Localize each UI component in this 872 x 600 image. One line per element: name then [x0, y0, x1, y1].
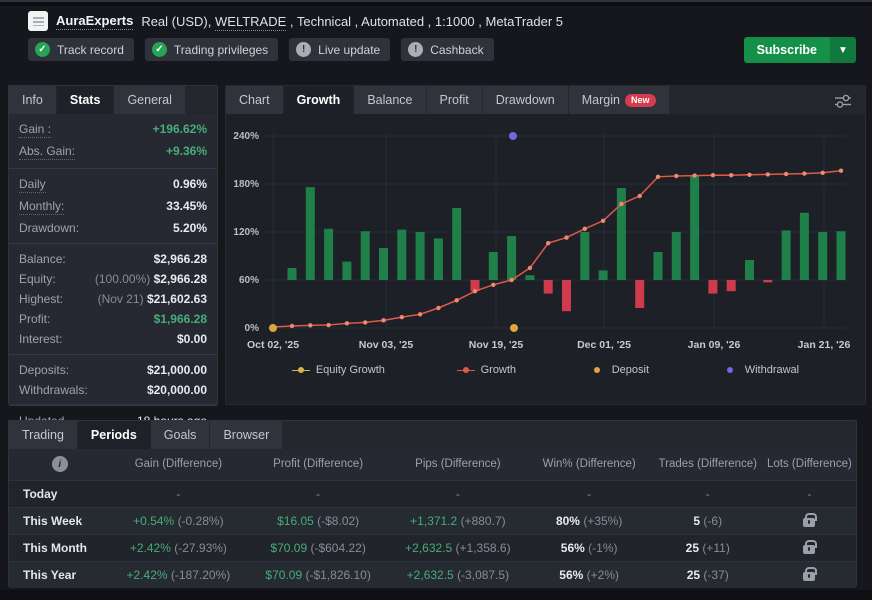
subscribe-dropdown[interactable]: ▼: [830, 37, 856, 63]
divider: [9, 243, 217, 244]
chart-panel: Chart Growth Balance Profit Drawdown Mar…: [225, 85, 866, 405]
check-icon: ✓: [35, 42, 50, 57]
account-header: AuraExperts Real (USD), WELTRADE , Techn…: [28, 9, 563, 33]
col-profit: Profit (Difference): [246, 449, 390, 480]
badge-cashback[interactable]: ! Cashback: [401, 38, 493, 61]
chart-legend: Equity Growth Growth Deposit Withdrawal: [226, 364, 865, 376]
stat-gain: Gain :+196.62%: [19, 119, 207, 141]
col-gain: Gain (Difference): [111, 449, 247, 480]
col-win: Win% (Difference): [526, 449, 653, 480]
table-row-this-week[interactable]: This Week +0.54% (-0.28%) $16.05 (-$8.02…: [9, 507, 856, 534]
periods-table: i Gain (Difference) Profit (Difference) …: [9, 449, 856, 588]
svg-text:180%: 180%: [233, 179, 259, 190]
exclamation-icon: !: [408, 42, 423, 57]
tab-browser[interactable]: Browser: [210, 421, 283, 449]
svg-text:Nov 19, '25: Nov 19, '25: [469, 339, 524, 351]
stat-deposits: Deposits:$21,000.00: [19, 360, 207, 380]
tab-growth[interactable]: Growth: [284, 86, 355, 114]
legend-equity-growth[interactable]: Equity Growth: [292, 364, 385, 376]
svg-text:Oct 02, '25: Oct 02, '25: [247, 339, 299, 351]
tab-stats[interactable]: Stats: [57, 86, 115, 114]
exclamation-icon: !: [296, 42, 311, 57]
growth-chart[interactable]: 0% 60% 120% 180% 240% Oct 02, '25 Nov 03, '25 N…: [226, 119, 865, 359]
lock-icon: [803, 518, 815, 527]
line-dot-icon: [292, 366, 310, 375]
check-icon: ✓: [152, 42, 167, 57]
badge-trading-privileges[interactable]: ✓ Trading privileges: [145, 38, 278, 61]
stat-abs-gain: Abs. Gain:+9.36%: [19, 141, 207, 163]
svg-text:240%: 240%: [233, 131, 259, 142]
subscribe-split-button: Subscribe ▼: [744, 37, 856, 63]
legend-withdrawal[interactable]: Withdrawal: [721, 364, 799, 376]
chart-settings-icon[interactable]: [833, 93, 853, 114]
stat-drawdown: Drawdown:5.20%: [19, 218, 207, 238]
svg-text:120%: 120%: [233, 227, 259, 238]
tab-drawdown[interactable]: Drawdown: [483, 86, 569, 114]
stat-equity: Equity:(100.00%) $2,966.28: [19, 269, 207, 289]
stats-body: Gain :+196.62% Abs. Gain:+9.36% Daily0.9…: [9, 114, 217, 451]
line-dot-icon: [457, 366, 475, 375]
divider: [9, 405, 217, 406]
tab-info[interactable]: Info: [9, 86, 57, 114]
divider: [9, 354, 217, 355]
stat-interest: Interest:$0.00: [19, 329, 207, 349]
badge-track-record[interactable]: ✓ Track record: [28, 38, 134, 61]
col-trades: Trades (Difference): [653, 449, 763, 480]
tab-periods[interactable]: Periods: [78, 421, 151, 449]
lock-icon: [803, 545, 815, 554]
tab-chart[interactable]: Chart: [226, 86, 284, 114]
new-badge: New: [625, 94, 656, 107]
account-avatar[interactable]: [28, 11, 48, 31]
table-header-row: i Gain (Difference) Profit (Difference) …: [9, 449, 856, 480]
stat-profit: Profit:$1,966.28: [19, 309, 207, 329]
legend-growth[interactable]: Growth: [457, 364, 516, 376]
svg-text:Jan 21, '26: Jan 21, '26: [798, 339, 851, 351]
stat-daily: Daily0.96%: [19, 174, 207, 196]
chart-tabs: Chart Growth Balance Profit Drawdown Mar…: [226, 86, 865, 114]
table-row-today[interactable]: Today - - - - - -: [9, 480, 856, 507]
subscribe-button[interactable]: Subscribe: [744, 37, 830, 63]
svg-text:0%: 0%: [245, 323, 260, 334]
stat-balance: Balance:$2,966.28: [19, 249, 207, 269]
stats-panel: Info Stats General Gain :+196.62% Abs. G…: [8, 85, 218, 405]
stats-tabs: Info Stats General: [9, 86, 217, 114]
periods-tabs: Trading Periods Goals Browser: [9, 421, 856, 449]
account-subtitle: Real (USD), WELTRADE , Technical , Autom…: [141, 14, 563, 29]
tab-margin[interactable]: MarginNew: [569, 86, 670, 114]
table-row-this-month[interactable]: This Month +2.42% (-27.93%) $70.09 (-$60…: [9, 534, 856, 561]
svg-text:Nov 03, '25: Nov 03, '25: [359, 339, 414, 351]
account-name-link[interactable]: AuraExperts: [56, 13, 133, 30]
info-icon[interactable]: i: [52, 456, 68, 472]
dot-icon: [588, 366, 606, 375]
periods-panel: Trading Periods Goals Browser i Gain (Di…: [8, 420, 857, 587]
col-lots: Lots (Difference): [763, 449, 856, 480]
verification-badges: ✓ Track record ✓ Trading privileges ! Li…: [28, 38, 494, 61]
lock-icon: [803, 572, 815, 581]
badge-live-update[interactable]: ! Live update: [289, 38, 390, 61]
table-row-this-year[interactable]: This Year +2.42% (-187.20%) $70.09 (-$1,…: [9, 561, 856, 588]
tab-trading[interactable]: Trading: [9, 421, 78, 449]
tab-goals[interactable]: Goals: [151, 421, 211, 449]
svg-text:60%: 60%: [239, 275, 259, 286]
info-column-header: i: [9, 449, 111, 480]
svg-text:Dec 01, '25: Dec 01, '25: [577, 339, 631, 351]
svg-text:Jan 09, '26: Jan 09, '26: [688, 339, 741, 351]
legend-deposit[interactable]: Deposit: [588, 364, 649, 376]
dot-icon: [721, 366, 739, 375]
broker-link[interactable]: WELTRADE: [215, 14, 286, 31]
top-strip: [0, 0, 872, 6]
stat-withdrawals: Withdrawals:$20,000.00: [19, 380, 207, 400]
tab-general[interactable]: General: [114, 86, 185, 114]
divider: [9, 168, 217, 169]
tab-profit[interactable]: Profit: [427, 86, 483, 114]
stat-highest: Highest:(Nov 21) $21,602.63: [19, 289, 207, 309]
bottom-strip: [0, 590, 872, 600]
chevron-down-icon: ▼: [838, 45, 848, 56]
tab-balance[interactable]: Balance: [354, 86, 426, 114]
col-pips: Pips (Difference): [390, 449, 526, 480]
stat-monthly: Monthly:33.45%: [19, 196, 207, 218]
chart-glyph-icon: [33, 17, 44, 26]
